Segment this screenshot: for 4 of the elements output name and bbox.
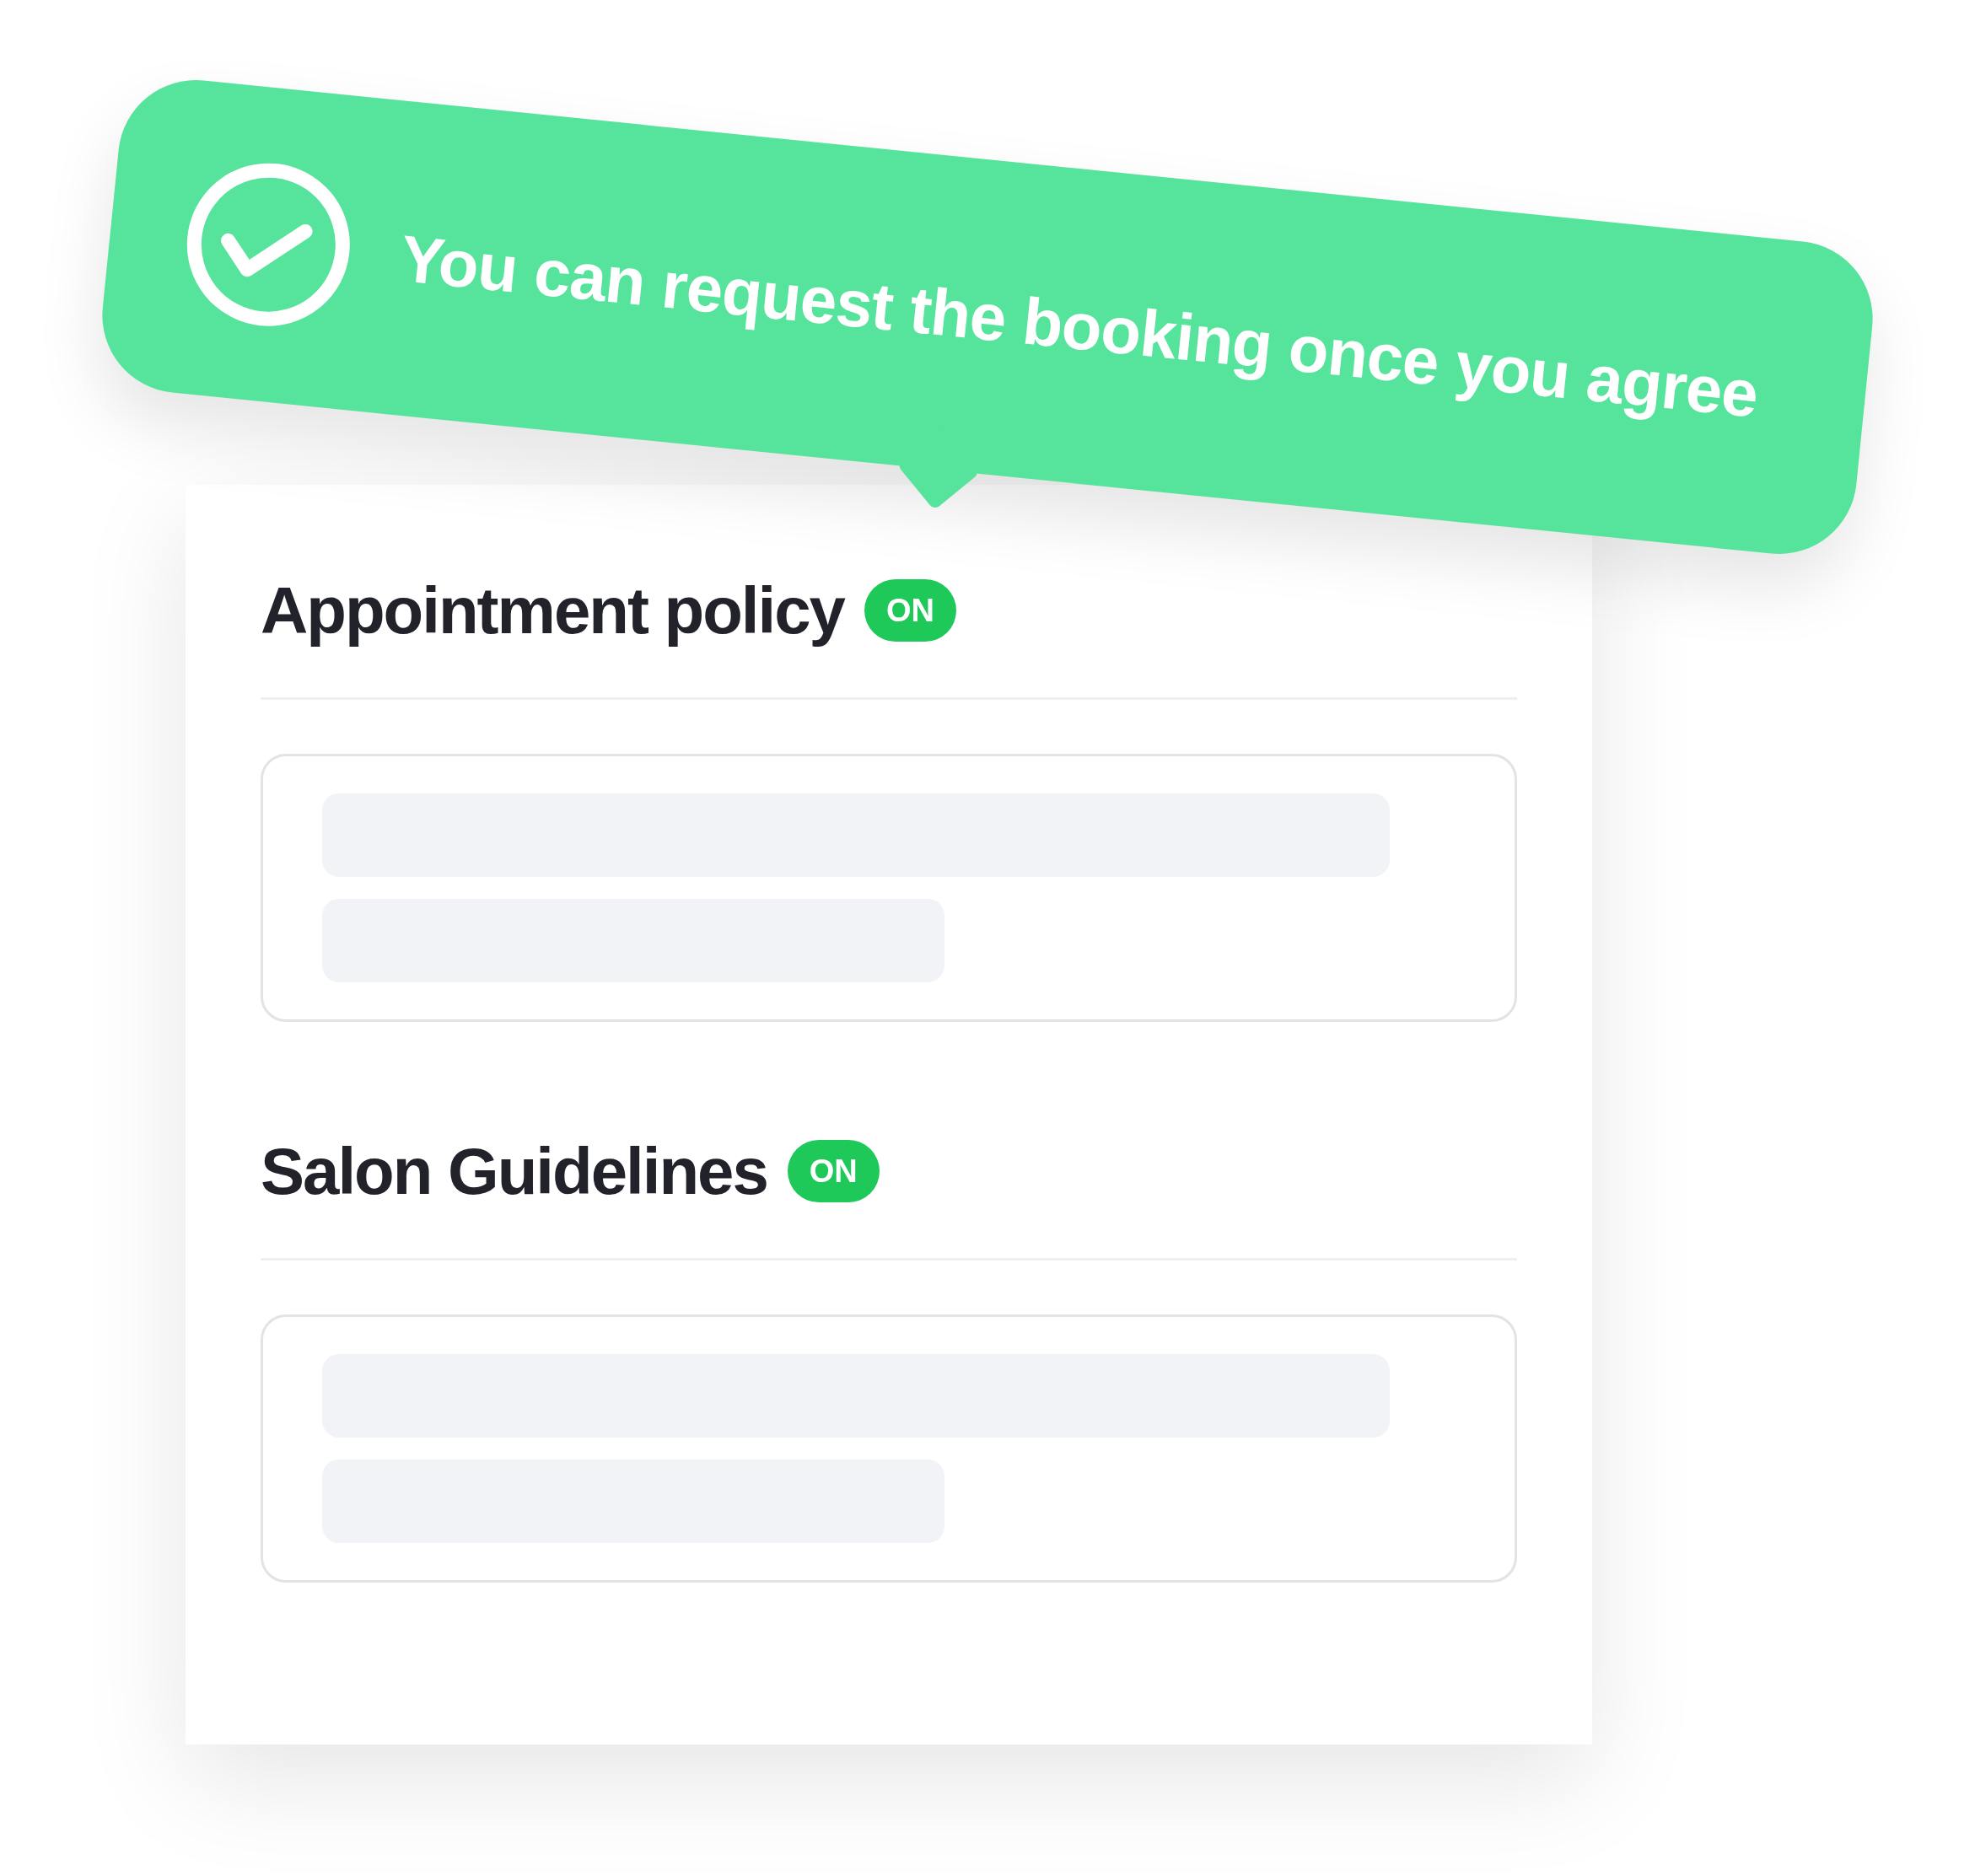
section-title: Salon Guidelines [261, 1138, 767, 1204]
status-badge: ON [787, 1140, 880, 1202]
banner-message: You can request the booking once you agree [396, 219, 1762, 433]
status-badge: ON [864, 579, 956, 642]
